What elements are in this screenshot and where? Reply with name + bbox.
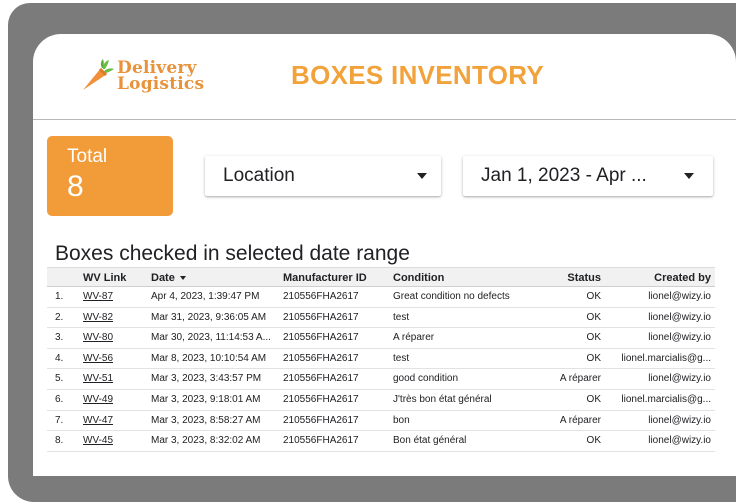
row-created-by: lionel.marcialis@g... (621, 393, 711, 405)
row-status: OK (586, 291, 601, 302)
row-manufacturer-id: 210556FHA2617 (283, 373, 359, 385)
table-row: 8. WV-45 Mar 3, 2023, 8:32:02 AM 210556F… (47, 431, 715, 452)
wv-link[interactable]: WV-49 (83, 394, 139, 405)
row-number: 1. (55, 291, 64, 302)
table-row: 4. WV-56 Mar 8, 2023, 10:10:54 AM 210556… (47, 348, 715, 370)
logo-line-2: Logistics (117, 74, 205, 94)
row-number: 5. (55, 373, 64, 385)
caret-down-icon (684, 173, 694, 179)
table-row: 6. WV-49 Mar 3, 2023, 9:18:01 AM 210556F… (47, 389, 715, 411)
row-number: 3. (55, 332, 64, 344)
row-created-by: lionel@wizy.io (648, 435, 711, 447)
row-created-by: lionel@wizy.io (648, 332, 711, 344)
sort-desc-icon (179, 276, 186, 281)
row-condition: Bon état général (393, 435, 467, 447)
table-row: 2. WV-82 Mar 31, 2023, 9:36:05 AM 210556… (47, 307, 715, 329)
column-header-manufacturer[interactable]: Manufacturer ID (283, 272, 387, 284)
location-filter[interactable]: Location (205, 156, 441, 196)
row-date: Mar 30, 2023, 11:14:53 A... (151, 332, 271, 344)
row-manufacturer-id: 210556FHA2617 (283, 291, 359, 302)
page-title: BOXES INVENTORY (291, 60, 544, 90)
column-header-date-label: Date (151, 272, 175, 284)
row-status: OK (586, 352, 601, 364)
date-range-label: Jan 1, 2023 - Apr ... (481, 165, 647, 186)
column-header-condition[interactable]: Condition (393, 272, 543, 284)
row-condition: good condition (393, 373, 459, 385)
row-created-by: lionel@wizy.io (648, 373, 711, 385)
column-header-date[interactable]: Date (151, 272, 279, 284)
row-created-by: lionel@wizy.io (648, 291, 711, 302)
row-status: OK (586, 435, 601, 447)
row-condition: J'très bon état général (393, 393, 492, 405)
frame: Delivery Logistics BOXES INVENTORY Total… (0, 0, 736, 502)
row-date: Mar 3, 2023, 8:58:27 AM (151, 414, 261, 426)
row-condition: test (393, 352, 410, 364)
row-condition: Great condition no defects (393, 291, 510, 302)
header-divider (33, 119, 736, 120)
column-header-status[interactable]: Status (527, 272, 601, 284)
wv-link[interactable]: WV-45 (83, 435, 139, 446)
total-scorecard: Total 8 (47, 136, 173, 216)
date-range-filter[interactable]: Jan 1, 2023 - Apr ... (463, 156, 713, 196)
logo: Delivery Logistics (79, 58, 239, 98)
row-condition: A réparer (393, 332, 435, 344)
row-number: 6. (55, 393, 64, 405)
row-date: Mar 3, 2023, 8:32:02 AM (151, 435, 261, 447)
row-manufacturer-id: 210556FHA2617 (283, 352, 359, 364)
wv-link[interactable]: WV-80 (83, 332, 139, 343)
row-manufacturer-id: 210556FHA2617 (283, 311, 359, 323)
table-header: WV Link Date Manufacturer ID Condition S… (47, 267, 715, 287)
row-status: OK (586, 332, 601, 344)
row-date: Mar 3, 2023, 3:43:57 PM (151, 373, 262, 385)
wv-link[interactable]: WV-56 (83, 353, 139, 364)
row-manufacturer-id: 210556FHA2617 (283, 332, 359, 344)
row-created-by: lionel@wizy.io (648, 414, 711, 426)
row-status: A réparer (559, 373, 601, 385)
logo-text: Delivery Logistics (117, 60, 205, 94)
report-header: Delivery Logistics BOXES INVENTORY (33, 34, 736, 120)
table-row: 7. WV-47 Mar 3, 2023, 8:58:27 AM 210556F… (47, 410, 715, 432)
wv-link[interactable]: WV-47 (83, 415, 139, 426)
carrot-icon (83, 59, 114, 90)
row-condition: bon (393, 414, 410, 426)
row-number: 7. (55, 414, 64, 426)
row-number: 8. (55, 435, 64, 447)
row-created-by: lionel@wizy.io (648, 311, 711, 323)
row-manufacturer-id: 210556FHA2617 (283, 435, 359, 447)
row-date: Mar 31, 2023, 9:36:05 AM (151, 311, 267, 323)
total-label: Total (67, 146, 108, 167)
row-manufacturer-id: 210556FHA2617 (283, 414, 359, 426)
row-status: OK (586, 393, 601, 405)
total-value: 8 (67, 170, 84, 203)
row-date: Apr 4, 2023, 1:39:47 PM (151, 291, 260, 302)
row-manufacturer-id: 210556FHA2617 (283, 393, 359, 405)
column-header-created-by[interactable]: Created by (603, 272, 711, 284)
row-status: OK (586, 311, 601, 323)
caret-down-icon (417, 173, 427, 179)
row-created-by: lionel.marcialis@g... (621, 352, 711, 364)
wv-link[interactable]: WV-51 (83, 373, 139, 384)
table-title: Boxes checked in selected date range (55, 242, 410, 265)
row-number: 4. (55, 352, 64, 364)
wv-link[interactable]: WV-87 (83, 291, 139, 302)
row-status: A réparer (559, 414, 601, 426)
table-row: 1. WV-87 Apr 4, 2023, 1:39:47 PM 210556F… (47, 287, 715, 308)
row-number: 2. (55, 311, 64, 323)
table-row: 3. WV-80 Mar 30, 2023, 11:14:53 A... 210… (47, 328, 715, 349)
report-canvas: Delivery Logistics BOXES INVENTORY Total… (33, 34, 736, 476)
table-row: 5. WV-51 Mar 3, 2023, 3:43:57 PM 210556F… (47, 369, 715, 390)
row-date: Mar 3, 2023, 9:18:01 AM (151, 393, 261, 405)
boxes-table: WV Link Date Manufacturer ID Condition S… (47, 267, 715, 452)
row-condition: test (393, 311, 410, 323)
row-date: Mar 8, 2023, 10:10:54 AM (151, 352, 267, 364)
location-filter-label: Location (223, 165, 295, 186)
column-header-wv-link[interactable]: WV Link (83, 272, 139, 284)
wv-link[interactable]: WV-82 (83, 312, 139, 323)
